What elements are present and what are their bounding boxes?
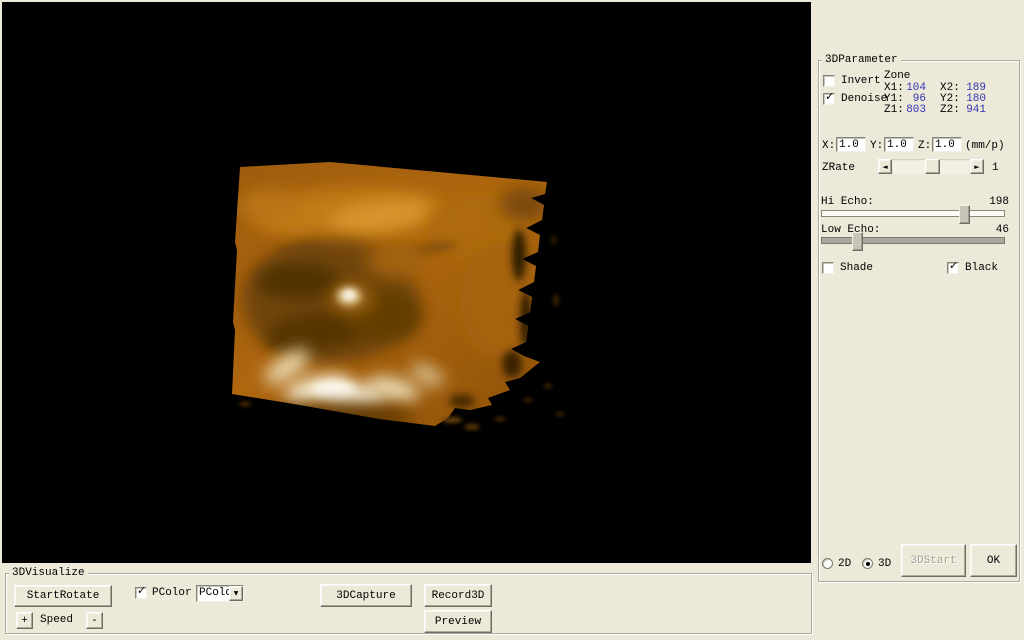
scale-z-input[interactable] xyxy=(932,137,962,152)
mode-3d-radio[interactable] xyxy=(862,558,873,569)
pcolor-dropdown[interactable]: PColor ▼ xyxy=(196,585,244,602)
visualize-groupbox-title: 3DVisualize xyxy=(9,568,88,579)
hi-echo-thumb[interactable] xyxy=(958,205,970,224)
denoise-check-icon: ✓ xyxy=(825,90,835,103)
zrate-thumb[interactable] xyxy=(924,159,940,174)
preview-button[interactable]: Preview xyxy=(424,610,492,633)
scale-y-label: Y: xyxy=(870,140,884,152)
volume-render xyxy=(232,162,565,430)
speed-plus-button[interactable]: + xyxy=(16,612,33,629)
ok-button[interactable]: OK xyxy=(970,544,1017,577)
scale-z-label: Z: xyxy=(918,140,932,152)
pcolor-label: PColor xyxy=(152,587,192,599)
low-echo-thumb[interactable] xyxy=(851,232,863,251)
mode-3d-radio-dot xyxy=(866,562,870,566)
hi-echo-label: Hi Echo: xyxy=(821,196,874,208)
record3d-button[interactable]: Record3D xyxy=(424,584,492,607)
low-echo-value: 46 xyxy=(995,224,1009,236)
shade-label: Shade xyxy=(840,262,874,274)
pcolor-dropdown-arrow-icon[interactable]: ▼ xyxy=(229,586,243,601)
zrate-left-arrow-icon[interactable]: ◄ xyxy=(878,159,892,174)
speed-minus-button[interactable]: - xyxy=(86,612,103,629)
app-window: { "window": { "bg": "#ECE9D8", "viewport… xyxy=(0,0,1024,640)
zrate-value: 1 xyxy=(992,162,999,174)
mode-2d-label: 2D xyxy=(838,558,852,570)
pcolor-dropdown-value: PColor xyxy=(199,587,229,599)
shade-checkbox[interactable]: ✓ xyxy=(822,262,834,274)
denoise-checkbox[interactable]: ✓ xyxy=(823,90,835,105)
scale-unit-label: (mm/p) xyxy=(965,140,1005,152)
start-rotate-button[interactable]: StartRotate xyxy=(14,585,112,607)
zone-z2-value: 941 xyxy=(966,104,986,116)
invert-label: Invert xyxy=(841,75,881,87)
zrate-label: ZRate xyxy=(822,162,856,174)
zone-z1-value: 803 xyxy=(906,104,926,116)
zone-z2-label: Z2: xyxy=(940,104,960,116)
scale-y-input[interactable] xyxy=(884,137,914,152)
invert-checkbox[interactable]: ✓ xyxy=(823,75,835,87)
low-echo-slider[interactable] xyxy=(821,232,1005,251)
hi-echo-value: 198 xyxy=(989,196,1009,208)
speed-label: Speed xyxy=(40,614,74,626)
pcolor-checkbox[interactable]: ✓ xyxy=(135,584,147,599)
zrate-track[interactable] xyxy=(892,159,970,174)
mode-3d-label: 3D xyxy=(878,558,892,570)
start3d-button[interactable]: 3DStart xyxy=(901,544,966,577)
zrate-right-arrow-icon[interactable]: ► xyxy=(970,159,984,174)
render-viewport[interactable] xyxy=(2,2,811,563)
mode-2d-radio[interactable] xyxy=(822,558,833,569)
black-check-icon: ✓ xyxy=(949,259,959,272)
scale-x-label: X: xyxy=(822,140,836,152)
pcolor-check-icon: ✓ xyxy=(137,584,147,597)
zrate-scrollbar: ◄ ► xyxy=(878,159,984,174)
zone-title: Zone xyxy=(884,70,911,82)
param-groupbox-title: 3DParameter xyxy=(822,55,901,66)
hi-echo-slider[interactable] xyxy=(821,205,1005,224)
black-checkbox[interactable]: ✓ xyxy=(947,259,959,274)
capture3d-button[interactable]: 3DCapture xyxy=(320,584,412,607)
denoise-label: Denoise xyxy=(841,93,888,105)
black-label: Black xyxy=(965,262,999,274)
scale-x-input[interactable] xyxy=(836,137,866,152)
